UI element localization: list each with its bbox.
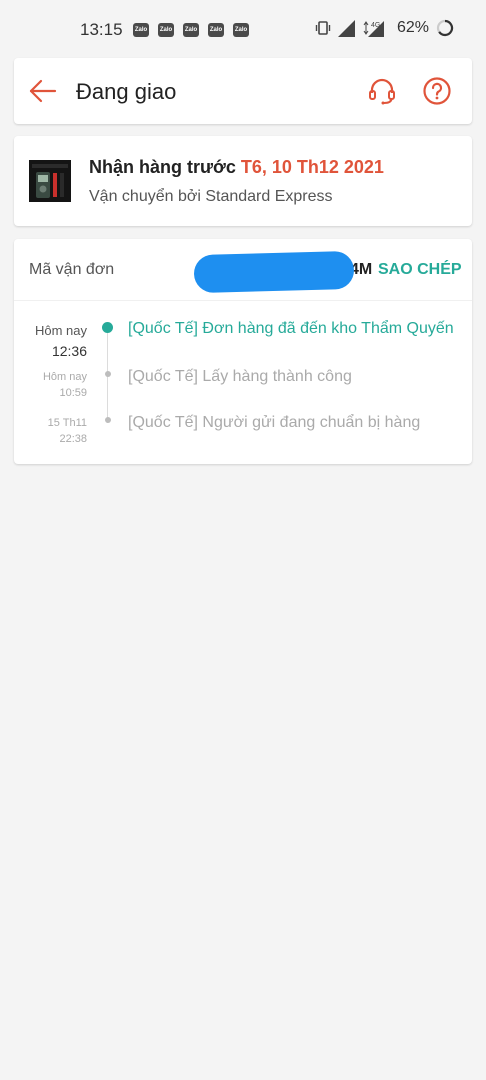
timeline-dot xyxy=(105,417,111,423)
timeline-event: Hôm nay 12:36 [Quốc Tế] Đơn hàng đã đến … xyxy=(14,319,472,359)
page-title: Đang giao xyxy=(76,79,177,104)
battery-ring-icon xyxy=(436,19,454,37)
app-header: Đang giao xyxy=(14,58,472,124)
zalo-icon: Zalo xyxy=(183,23,199,37)
event-time: 12:36 xyxy=(51,343,87,359)
notification-icons: Zalo Zalo Zalo Zalo Zalo xyxy=(133,23,249,37)
delivery-estimate-card: Nhận hàng trước T6, 10 Th12 2021 Vận chu… xyxy=(14,136,472,226)
headset-support-icon[interactable] xyxy=(367,76,397,106)
timeline-dot-active xyxy=(102,322,113,333)
zalo-icon: Zalo xyxy=(233,23,249,37)
battery-level: 62% xyxy=(396,19,429,36)
event-description: [Quốc Tế] Lấy hàng thành công xyxy=(128,368,352,385)
help-icon[interactable] xyxy=(422,76,452,106)
event-day: Hôm nay xyxy=(42,371,87,383)
network-type: 4G xyxy=(371,22,380,29)
status-time: 13:15 xyxy=(80,20,123,39)
zalo-icon: Zalo xyxy=(133,23,149,37)
status-bar: 13:15 Zalo Zalo Zalo Zalo Zalo 4G 62% xyxy=(0,0,486,58)
delivery-date: T6, 10 Th12 2021 xyxy=(240,157,384,177)
event-day: 15 Th11 xyxy=(47,417,87,429)
redaction-mark xyxy=(193,250,355,294)
delivery-deadline: Nhận hàng trước T6, 10 Th12 2021 xyxy=(89,157,384,178)
product-thumbnail xyxy=(29,160,71,202)
event-time: 22:38 xyxy=(59,433,87,445)
signal-icon xyxy=(337,19,355,37)
carrier-text: Vận chuyển bởi Standard Express xyxy=(89,188,333,205)
event-datetime: Hôm nay 12:36 xyxy=(14,321,87,361)
vibrate-icon xyxy=(315,21,331,35)
event-description: [Quốc Tế] Đơn hàng đã đến kho Thẩm Quyến xyxy=(128,320,454,337)
delivery-prefix: Nhận hàng trước xyxy=(89,157,241,177)
tracking-code-label: Mã vận đơn xyxy=(29,261,115,278)
timeline-dot xyxy=(105,371,111,377)
zalo-icon: Zalo xyxy=(158,23,174,37)
tracking-card: Mã vận đơn 4M SAO CHÉP Hôm nay 12:36 [Qu… xyxy=(14,239,472,464)
event-day: Hôm nay xyxy=(34,323,87,338)
system-icons: 4G 62% xyxy=(315,19,454,37)
mobile-data-icon: 4G xyxy=(363,21,384,37)
copy-button[interactable]: SAO CHÉP xyxy=(378,261,462,279)
timeline-event: Hôm nay 10:59 [Quốc Tế] Lấy hàng thành c… xyxy=(14,367,472,407)
tracking-code-row: Mã vận đơn 4M SAO CHÉP xyxy=(14,239,472,301)
event-datetime: Hôm nay 10:59 xyxy=(14,369,87,401)
timeline-event: 15 Th11 22:38 [Quốc Tế] Người gửi đang c… xyxy=(14,413,472,453)
back-arrow-icon[interactable] xyxy=(28,76,58,106)
event-description: [Quốc Tế] Người gửi đang chuẩn bị hàng xyxy=(128,414,421,431)
event-datetime: 15 Th11 22:38 xyxy=(14,415,87,447)
event-time: 10:59 xyxy=(59,387,87,399)
zalo-icon: Zalo xyxy=(208,23,224,37)
